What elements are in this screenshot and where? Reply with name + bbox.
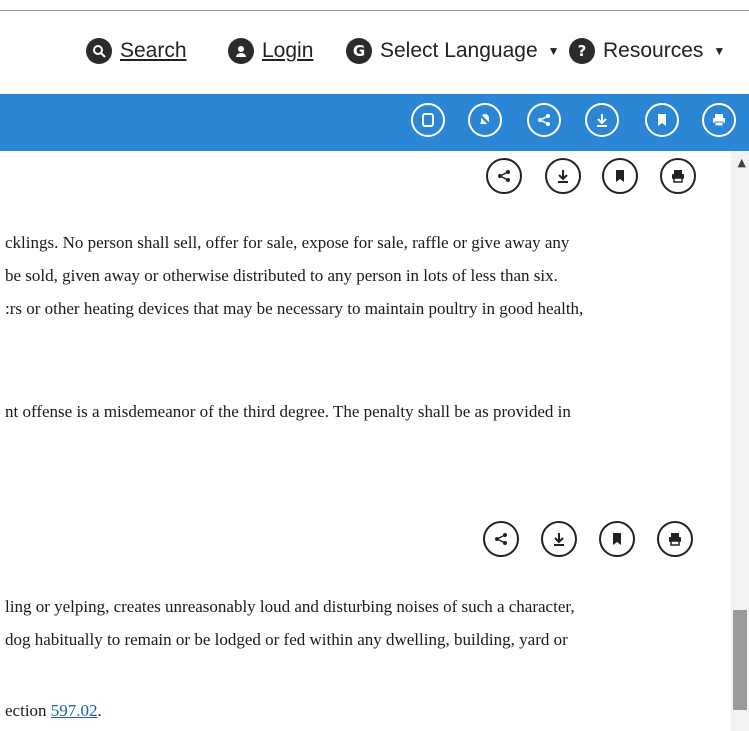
download-icon[interactable]	[541, 521, 577, 557]
section-2-text: ling or yelping, creates unreasonably lo…	[5, 590, 705, 656]
resources-dropdown[interactable]: ? Resources ▼	[569, 34, 725, 68]
share-icon[interactable]	[527, 103, 561, 137]
print-icon[interactable]	[702, 103, 736, 137]
text-line: nt offense is a misdemeanor of the third…	[5, 402, 571, 421]
print-icon[interactable]	[660, 158, 696, 194]
help-icon: ?	[569, 38, 595, 64]
doc-icon[interactable]	[411, 103, 445, 137]
text-line: cklings. No person shall sell, offer for…	[5, 233, 570, 252]
user-icon	[228, 38, 254, 64]
reference-prefix: ection	[5, 701, 51, 720]
top-nav: Search Login G Select Language ▼ ? Resou…	[0, 34, 749, 68]
scrollbar-thumb[interactable]	[733, 610, 747, 710]
text-line: :rs or other heating devices that may be…	[5, 299, 584, 318]
bookmark-icon[interactable]	[645, 103, 679, 137]
download-icon[interactable]	[545, 158, 581, 194]
section-1-penalty: nt offense is a misdemeanor of the third…	[5, 395, 705, 428]
resources-label: Resources	[603, 39, 704, 62]
document-toolbar	[0, 94, 749, 151]
search-link[interactable]: Search	[86, 34, 187, 68]
section-2-reference: ection 597.02.	[5, 694, 705, 727]
search-label: Search	[120, 39, 187, 62]
text-line: dog habitually to remain or be lodged or…	[5, 630, 568, 649]
google-icon: G	[346, 38, 372, 64]
login-link[interactable]: Login	[228, 34, 313, 68]
text-line: be sold, given away or otherwise distrib…	[5, 266, 558, 285]
login-label: Login	[262, 39, 314, 62]
chevron-down-icon: ▼	[547, 44, 560, 58]
download-icon[interactable]	[585, 103, 619, 137]
scroll-up-arrow-icon[interactable]: ▲	[738, 156, 746, 169]
select-language-dropdown[interactable]: G Select Language ▼	[346, 34, 560, 68]
top-divider	[0, 10, 749, 11]
bookmark-icon[interactable]	[599, 521, 635, 557]
print-icon[interactable]	[657, 521, 693, 557]
text-line: ling or yelping, creates unreasonably lo…	[5, 597, 575, 616]
section-link[interactable]: 597.02	[51, 701, 98, 720]
search-icon	[86, 38, 112, 64]
section-1-text: cklings. No person shall sell, offer for…	[5, 226, 705, 325]
reference-suffix: .	[97, 701, 102, 720]
chevron-down-icon: ▼	[713, 44, 726, 58]
reference-line: ection 597.02.	[5, 694, 705, 727]
bookmark-icon[interactable]	[602, 158, 638, 194]
share-icon[interactable]	[483, 521, 519, 557]
language-label: Select Language	[380, 39, 538, 62]
alert-off-icon[interactable]	[468, 103, 502, 137]
share-icon[interactable]	[486, 158, 522, 194]
